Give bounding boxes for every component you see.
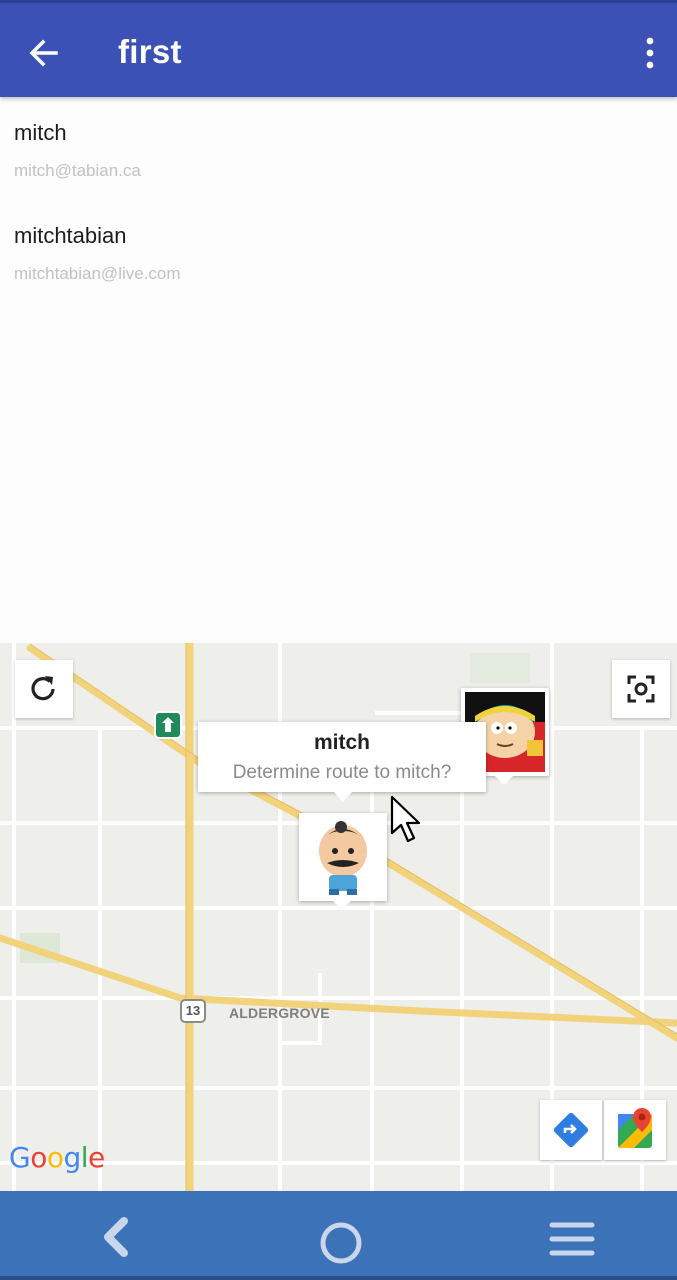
nav-back-button[interactable] [86, 1209, 146, 1265]
reset-map-button[interactable] [15, 660, 73, 718]
page-title: first [118, 33, 182, 70]
list-item[interactable]: mitch mitch@tabian.ca [0, 108, 677, 208]
google-letter: o [30, 1141, 47, 1174]
user-name: mitchtabian [14, 223, 127, 248]
google-maps-icon [618, 1108, 652, 1148]
highway-shield-icon [154, 711, 182, 739]
system-nav-bar [0, 1191, 677, 1280]
more-vert-icon [646, 37, 654, 69]
bottom-strip [0, 1276, 677, 1280]
list-item[interactable]: mitchtabian mitchtabian@live.com [0, 211, 677, 311]
google-letter: o [46, 1141, 64, 1174]
map-view[interactable]: 13 ALDERGROVE mitch Determine route to m… [0, 643, 677, 1191]
nav-home-button[interactable] [311, 1209, 371, 1265]
google-letter: g [63, 1141, 81, 1174]
app-bar: first [0, 0, 677, 97]
user-name: mitch [14, 120, 67, 145]
nav-menu-button[interactable] [542, 1209, 602, 1265]
refresh-icon [31, 676, 55, 701]
back-button[interactable] [22, 31, 66, 75]
highway-label: 13 [180, 999, 206, 1023]
open-maps-button[interactable] [604, 1100, 666, 1160]
nav-home-icon [320, 1222, 362, 1264]
marker-info-window[interactable]: mitch Determine route to mitch? [198, 722, 486, 802]
directions-button[interactable] [540, 1100, 602, 1160]
google-attribution: Google [9, 1141, 105, 1174]
user-list: mitch mitch@tabian.ca mitchtabian mitcht… [0, 100, 677, 643]
google-letter: e [88, 1141, 105, 1174]
arrow-back-icon [29, 39, 58, 67]
user-email: mitchtabian@live.com [14, 264, 181, 283]
town-label: ALDERGROVE [229, 1005, 330, 1021]
ike-avatar-marker[interactable] [299, 813, 387, 910]
directions-icon [553, 1112, 589, 1148]
google-letter: G [9, 1141, 31, 1174]
recenter-button[interactable] [612, 660, 670, 718]
user-email: mitch@tabian.ca [14, 161, 141, 180]
nav-menu-icon [549, 1222, 595, 1256]
app-screen: first mitch mitch@tabian.ca mitchtabian … [0, 0, 677, 1280]
info-window-title: mitch [313, 731, 370, 754]
info-window-snippet: Determine route to mitch? [232, 762, 452, 783]
nav-back-icon [104, 1217, 128, 1257]
overflow-menu-button[interactable] [639, 33, 661, 73]
mouse-cursor-icon [390, 795, 426, 847]
google-letter: l [80, 1141, 89, 1174]
center-focus-icon [627, 675, 655, 703]
